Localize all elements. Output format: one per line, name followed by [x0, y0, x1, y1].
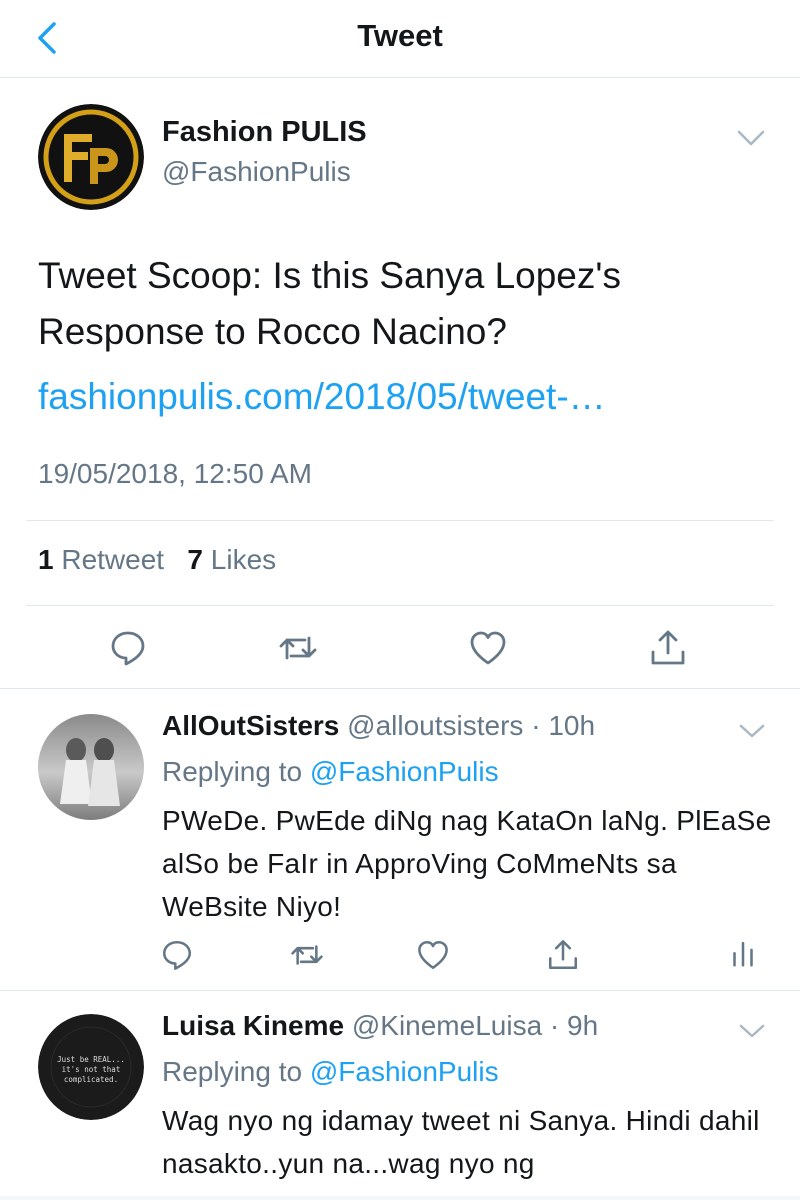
chevron-down-icon[interactable] [738, 1022, 766, 1040]
bottom-divider [0, 1196, 800, 1200]
page-title: Tweet [357, 18, 443, 53]
reply-icon[interactable] [160, 938, 194, 972]
nav-bar: Tweet [0, 0, 800, 78]
tweet-text: Tweet Scoop: Is this Sanya Lopez's Respo… [38, 255, 621, 352]
reply-header: AllOutSisters @alloutsisters · 10h [162, 710, 595, 742]
share-icon[interactable] [546, 938, 580, 972]
svg-text:it's not that: it's not that [62, 1065, 121, 1074]
reply-header: Luisa Kineme @KinemeLuisa · 9h [162, 1010, 598, 1042]
dot-separator: · [523, 710, 549, 741]
fp-logo-icon [38, 104, 144, 210]
reply-time: 10h [548, 710, 596, 741]
replying-label: Replying to [162, 756, 303, 787]
photo-avatar-icon [38, 714, 144, 820]
heart-icon[interactable] [416, 938, 450, 972]
reply-icon[interactable] [108, 628, 148, 668]
reply-text: Wag nyo ng idamay tweet ni Sanya. Hindi … [162, 1105, 760, 1179]
tweet-link[interactable]: fashionpulis.com/2018/05/tweet-… [38, 376, 606, 418]
dot-separator: · [542, 1010, 568, 1041]
like-label: Likes [210, 544, 277, 575]
divider [0, 990, 800, 991]
retweet-icon[interactable] [278, 628, 318, 668]
svg-text:complicated.: complicated. [64, 1075, 118, 1084]
reply-author-handle[interactable]: @alloutsisters [347, 710, 523, 741]
reply-author-handle[interactable]: @KinemeLuisa [352, 1010, 542, 1041]
tweet-timestamp: 19/05/2018, 12:50 AM [38, 458, 312, 489]
likes-stat[interactable]: 7 Likes [187, 544, 276, 575]
author-handle[interactable]: @FashionPulis [162, 156, 351, 188]
analytics-icon[interactable] [726, 938, 760, 972]
replying-label: Replying to [162, 1056, 303, 1087]
replying-to: Replying to @FashionPulis [162, 756, 499, 788]
reply-text: PWeDe. PwEde diNg nag KataOn laNg. PlEaS… [162, 805, 772, 922]
retweet-icon[interactable] [290, 938, 324, 972]
retweets-stat[interactable]: 1 Retweet [38, 544, 164, 575]
chevron-down-icon[interactable] [736, 128, 766, 148]
mention-link[interactable]: @FashionPulis [310, 1056, 499, 1087]
divider [0, 688, 800, 689]
mention-link[interactable]: @FashionPulis [310, 756, 499, 787]
quote-avatar-icon: Just be REAL... it's not that complicate… [38, 1014, 144, 1120]
share-icon[interactable] [648, 628, 688, 668]
retweet-label: Retweet [61, 544, 165, 575]
heart-icon[interactable] [468, 628, 508, 668]
like-count: 7 [187, 544, 203, 575]
chevron-down-icon[interactable] [738, 722, 766, 740]
fashion-pulis-avatar[interactable] [38, 104, 144, 210]
author-name[interactable]: Fashion PULIS [162, 116, 367, 149]
luisa-kineme-avatar[interactable]: Just be REAL... it's not that complicate… [38, 1014, 144, 1120]
svg-text:Just be REAL...: Just be REAL... [57, 1055, 125, 1064]
alloutsisters-avatar[interactable] [38, 714, 144, 820]
retweet-count: 1 [38, 544, 54, 575]
divider [26, 605, 774, 606]
divider [26, 520, 774, 521]
tweet-stats: 1 Retweet 7 Likes [38, 544, 276, 576]
replying-to: Replying to @FashionPulis [162, 1056, 499, 1088]
reply-author-name[interactable]: Luisa Kineme [162, 1010, 344, 1041]
reply-time: 9h [567, 1010, 599, 1041]
reply-author-name[interactable]: AllOutSisters [162, 710, 339, 741]
